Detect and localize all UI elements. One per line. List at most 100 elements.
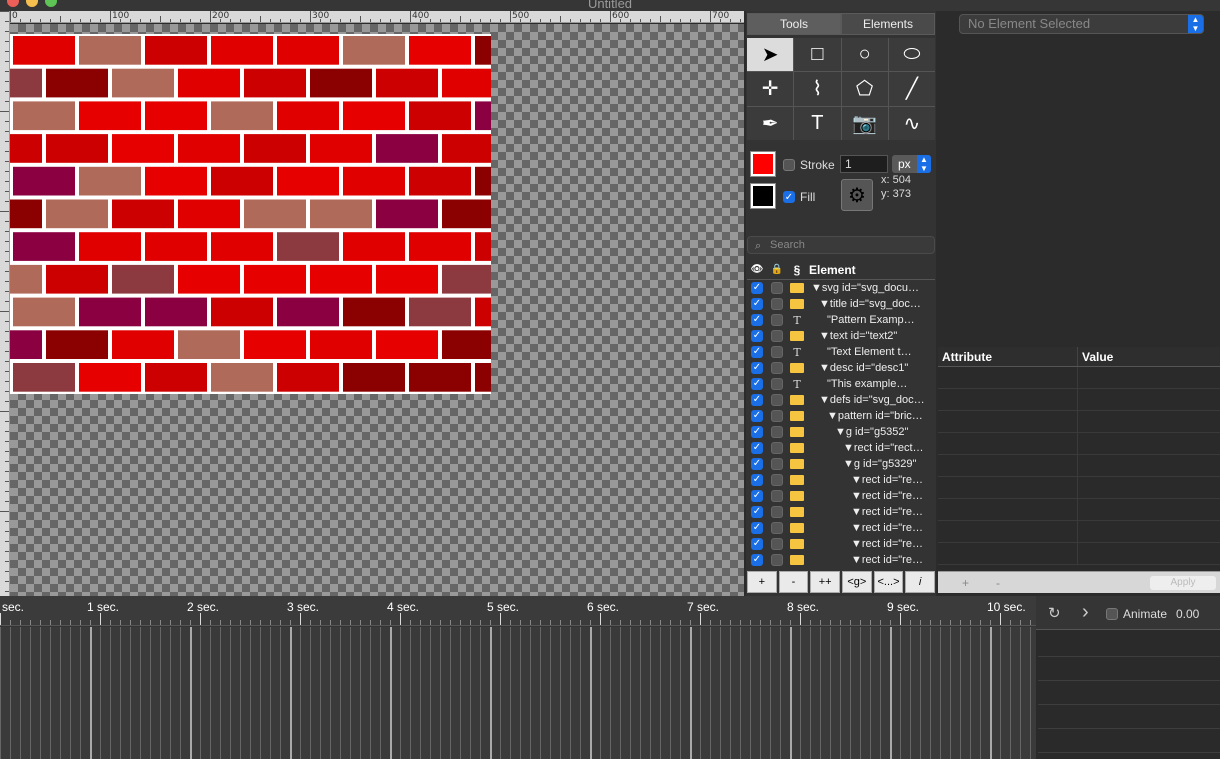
- tree-button[interactable]: ++: [810, 571, 841, 593]
- lock-checkbox[interactable]: [767, 394, 787, 406]
- tree-row[interactable]: ✓ ▼rect id="re…: [747, 472, 935, 488]
- tree-row[interactable]: ✓ ▼defs id="svg_doc…: [747, 392, 935, 408]
- lock-checkbox[interactable]: [767, 458, 787, 470]
- tree-row[interactable]: ✓ ▼svg id="svg_docu…: [747, 280, 935, 296]
- tree-row[interactable]: ✓ ▼rect id="re…: [747, 536, 935, 552]
- ruler-tick: [530, 19, 531, 22]
- tree-row[interactable]: ✓ ▼title id="svg_doc…: [747, 296, 935, 312]
- ruler-tick: [490, 19, 491, 22]
- select-arrow-tool-icon[interactable]: ➤: [747, 38, 794, 72]
- lock-checkbox[interactable]: [767, 522, 787, 534]
- tab-tools[interactable]: Tools: [747, 13, 841, 35]
- tree-button[interactable]: -: [778, 571, 809, 593]
- visible-checkbox[interactable]: ✓: [747, 474, 767, 486]
- visible-checkbox[interactable]: ✓: [747, 314, 767, 326]
- title-bar: Untitled: [0, 0, 1220, 11]
- visible-checkbox[interactable]: ✓: [747, 442, 767, 454]
- lock-checkbox[interactable]: [767, 314, 787, 326]
- tree-button[interactable]: 𝑖: [905, 571, 936, 593]
- tab-elements[interactable]: Elements: [841, 13, 935, 35]
- tree-row[interactable]: ✓ ▼rect id="re…: [747, 552, 935, 566]
- visible-checkbox[interactable]: ✓: [747, 378, 767, 390]
- tree-button[interactable]: <...>: [873, 571, 904, 593]
- tree-row[interactable]: ✓ ▼rect id="re…: [747, 504, 935, 520]
- crosshair-tool-icon[interactable]: ✛: [747, 72, 794, 106]
- lock-checkbox[interactable]: [767, 442, 787, 454]
- element-select[interactable]: No Element Selected ▲ ▼: [959, 14, 1204, 34]
- ellipse-tool-icon[interactable]: ⬭: [888, 38, 935, 72]
- polyline-tool-icon[interactable]: ⌇: [794, 72, 841, 106]
- lock-checkbox[interactable]: [767, 554, 787, 566]
- add-attribute-button[interactable]: +: [962, 576, 969, 590]
- tree-row[interactable]: ✓ ▼rect id="re…: [747, 520, 935, 536]
- remove-attribute-button[interactable]: -: [996, 576, 1000, 590]
- tree-row[interactable]: ✓ T "Pattern Examp…: [747, 312, 935, 328]
- visible-checkbox[interactable]: ✓: [747, 394, 767, 406]
- tree-row[interactable]: ✓ ▼rect id="rect…: [747, 440, 935, 456]
- lock-checkbox[interactable]: [767, 346, 787, 358]
- lock-checkbox[interactable]: [767, 506, 787, 518]
- visible-checkbox[interactable]: ✓: [747, 426, 767, 438]
- lock-checkbox[interactable]: [767, 426, 787, 438]
- visible-checkbox[interactable]: ✓: [747, 298, 767, 310]
- tree-row[interactable]: ✓ ▼rect id="re…: [747, 488, 935, 504]
- tree-row[interactable]: ✓ T "This example…: [747, 376, 935, 392]
- stroke-width-input[interactable]: 1: [840, 155, 888, 173]
- tree-button[interactable]: +: [747, 571, 777, 593]
- lock-checkbox[interactable]: [767, 378, 787, 390]
- polygon-tool-icon[interactable]: ⬠: [841, 72, 888, 106]
- tree-row[interactable]: ✓ ▼pattern id="bric…: [747, 408, 935, 424]
- fill-color-swatch[interactable]: [750, 183, 776, 209]
- lock-checkbox[interactable]: [767, 538, 787, 550]
- circle-tool-icon[interactable]: ○: [841, 38, 888, 72]
- visible-checkbox[interactable]: ✓: [747, 362, 767, 374]
- lock-checkbox[interactable]: [767, 330, 787, 342]
- timeline-tick: [770, 620, 771, 625]
- tree-button[interactable]: <g>: [842, 571, 872, 593]
- visible-checkbox[interactable]: ✓: [747, 410, 767, 422]
- fill-checkbox[interactable]: ✓: [783, 191, 795, 203]
- image-tool-icon[interactable]: 📷: [841, 106, 888, 140]
- visible-checkbox[interactable]: ✓: [747, 490, 767, 502]
- path-tool-icon[interactable]: ∿: [888, 106, 935, 140]
- tree-row[interactable]: ✓ ▼g id="g5329": [747, 456, 935, 472]
- timeline-track[interactable]: [0, 627, 1036, 759]
- lock-checkbox[interactable]: [767, 362, 787, 374]
- tree-row[interactable]: ✓ ▼g id="g5352": [747, 424, 935, 440]
- animate-checkbox[interactable]: [1106, 608, 1118, 620]
- lock-checkbox[interactable]: [767, 282, 787, 294]
- apply-button[interactable]: Apply: [1150, 576, 1216, 590]
- ruler-tick: [710, 11, 711, 22]
- refresh-icon[interactable]: ↻: [1048, 604, 1061, 622]
- visible-checkbox[interactable]: ✓: [747, 282, 767, 294]
- line-tool-icon[interactable]: ╱: [888, 72, 935, 106]
- lock-checkbox[interactable]: [767, 490, 787, 502]
- timeline-second-marker: [990, 627, 992, 759]
- text-tool-icon[interactable]: T: [794, 106, 841, 140]
- search-input[interactable]: Search: [747, 236, 935, 254]
- visible-checkbox[interactable]: ✓: [747, 538, 767, 550]
- visible-checkbox[interactable]: ✓: [747, 554, 767, 566]
- lock-box: [771, 442, 783, 454]
- stroke-color-swatch[interactable]: [750, 151, 776, 177]
- tree-row-label: ▼rect id="re…: [851, 490, 923, 502]
- lock-checkbox[interactable]: [767, 474, 787, 486]
- tree-row[interactable]: ✓ T "Text Element t…: [747, 344, 935, 360]
- gear-icon[interactable]: ⚙: [841, 179, 873, 211]
- unit-select[interactable]: px ▲ ▼: [892, 155, 931, 173]
- rectangle-tool-icon[interactable]: □: [794, 38, 841, 72]
- drawing-canvas[interactable]: [10, 24, 744, 596]
- lock-checkbox[interactable]: [767, 298, 787, 310]
- visible-checkbox[interactable]: ✓: [747, 522, 767, 534]
- visible-checkbox[interactable]: ✓: [747, 458, 767, 470]
- pen-tool-icon[interactable]: ✒: [747, 106, 794, 140]
- visible-checkbox[interactable]: ✓: [747, 330, 767, 342]
- brick-pattern-rect[interactable]: [10, 34, 491, 394]
- stroke-checkbox[interactable]: [783, 159, 795, 171]
- visible-checkbox[interactable]: ✓: [747, 346, 767, 358]
- tree-row[interactable]: ✓ ▼text id="text2": [747, 328, 935, 344]
- lock-checkbox[interactable]: [767, 410, 787, 422]
- tree-row[interactable]: ✓ ▼desc id="desc1": [747, 360, 935, 376]
- visible-checkbox[interactable]: ✓: [747, 506, 767, 518]
- play-icon[interactable]: ›: [1082, 601, 1089, 624]
